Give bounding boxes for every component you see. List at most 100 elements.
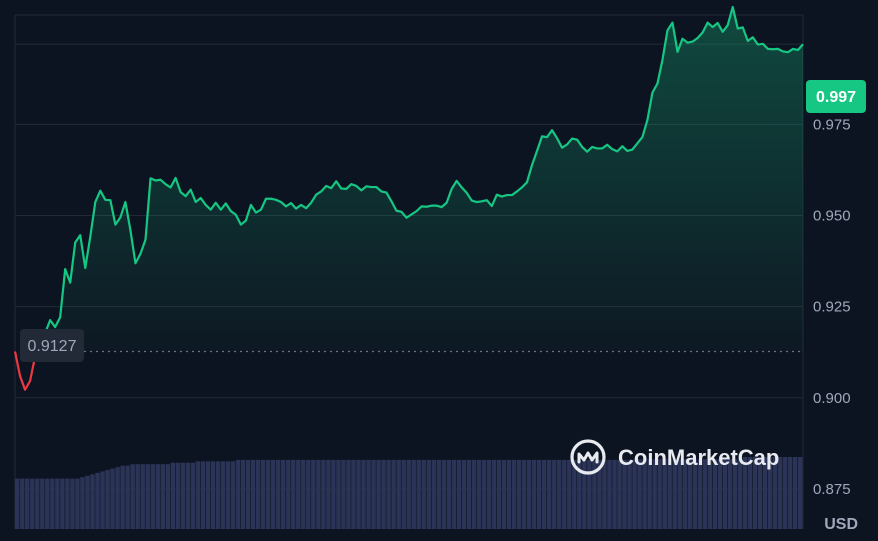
volume-bar <box>421 459 426 529</box>
volume-bar <box>476 459 482 529</box>
volume-bar <box>797 457 803 529</box>
volume-bar <box>446 459 452 529</box>
volume-bar <box>336 459 341 529</box>
volume-bar <box>155 464 160 529</box>
volume-bar <box>260 459 266 529</box>
volume-bar <box>100 471 105 529</box>
volume-bar <box>511 459 517 529</box>
volume-bar <box>787 457 793 529</box>
volume-bar <box>622 459 627 529</box>
volume-bar <box>782 457 788 529</box>
volume-bar <box>120 465 125 529</box>
volume-bar <box>516 459 522 529</box>
y-tick-label: 0.950 <box>813 207 851 224</box>
volume-bar <box>411 459 416 529</box>
volume-bar <box>521 459 527 529</box>
y-tick-label: 0.875 <box>813 481 851 498</box>
volume-bar <box>35 478 40 529</box>
volume-bar <box>416 459 421 529</box>
volume-bar <box>346 459 351 529</box>
volume-bar <box>235 459 241 529</box>
volume-bar <box>215 461 221 529</box>
volume-bar <box>501 459 507 529</box>
volume-bar <box>40 478 45 529</box>
volume-bar <box>326 459 331 529</box>
volume-bar <box>240 459 246 529</box>
currency-unit: USD <box>824 516 858 533</box>
volume-bar <box>456 459 462 529</box>
open-price-tag: 0.9127 <box>20 329 84 362</box>
volume-bar <box>531 459 537 529</box>
volume-bar <box>125 465 130 529</box>
volume-bar <box>572 459 577 529</box>
volume-bar <box>547 459 552 529</box>
volume-bar <box>25 478 30 529</box>
volume-bar <box>311 459 316 529</box>
volume-bar <box>406 459 411 529</box>
current-price-label: 0.997 <box>816 89 856 106</box>
volume-bar <box>486 459 492 529</box>
volume-bar <box>180 462 186 529</box>
volume-bar <box>451 459 457 529</box>
y-tick-label: 0.975 <box>813 116 851 133</box>
volume-bar <box>632 459 637 529</box>
volume-bar <box>612 459 617 529</box>
volume-bar <box>466 459 472 529</box>
volume-bar <box>381 459 386 529</box>
volume-bar <box>95 472 100 529</box>
volume-bar <box>536 459 542 529</box>
volume-bar <box>552 459 557 529</box>
volume-bar <box>20 478 25 529</box>
volume-bar <box>115 467 120 529</box>
volume-bar <box>296 459 301 529</box>
volume-bar <box>281 459 286 529</box>
volume-bar <box>301 459 306 529</box>
volume-bar <box>607 459 612 529</box>
volume-bar <box>30 478 35 529</box>
volume-bar <box>230 461 236 529</box>
volume-bar <box>190 462 196 529</box>
volume-bar <box>75 478 80 529</box>
volume-bar <box>250 459 256 529</box>
volume-bar <box>50 478 55 529</box>
volume-bar <box>306 459 311 529</box>
volume-bar <box>351 459 356 529</box>
volume-bar <box>356 459 361 529</box>
volume-bar <box>175 462 181 529</box>
volume-bar <box>587 459 592 529</box>
volume-bar <box>150 464 155 529</box>
volume-bar <box>60 478 65 529</box>
volume-bar <box>85 475 90 529</box>
volume-bar <box>542 459 547 529</box>
volume-bar <box>431 459 437 529</box>
current-price-tag: 0.997 <box>806 80 866 113</box>
volume-bar <box>140 464 145 529</box>
volume-bar <box>220 461 226 529</box>
y-axis: 0.875 0.900 0.925 0.950 0.975 <box>813 116 851 498</box>
volume-bar <box>426 459 431 529</box>
volume-bar <box>436 459 442 529</box>
volume-bar <box>145 464 150 529</box>
volume-bar <box>496 459 502 529</box>
volume-bar <box>291 459 296 529</box>
volume-bar <box>341 459 346 529</box>
volume-bar <box>567 459 572 529</box>
volume-bar <box>376 459 381 529</box>
volume-bar <box>160 464 165 529</box>
volume-bar <box>205 461 211 529</box>
volume-bar <box>286 459 291 529</box>
volume-bar <box>391 459 396 529</box>
volume-bar <box>617 459 622 529</box>
volume-bar <box>200 461 206 529</box>
volume-bar <box>471 459 477 529</box>
y-tick-label: 0.900 <box>813 390 851 407</box>
volume-bar <box>386 459 391 529</box>
volume-bar <box>627 459 632 529</box>
volume-bar <box>210 461 216 529</box>
price-chart[interactable]: 0.8750.9000.9250.9500.975 CoinMarketCap … <box>0 0 878 541</box>
volume-bar <box>80 477 85 529</box>
volume-bar <box>225 461 231 529</box>
volume-bar <box>316 459 321 529</box>
volume-bar <box>557 459 562 529</box>
volume-bar <box>461 459 467 529</box>
